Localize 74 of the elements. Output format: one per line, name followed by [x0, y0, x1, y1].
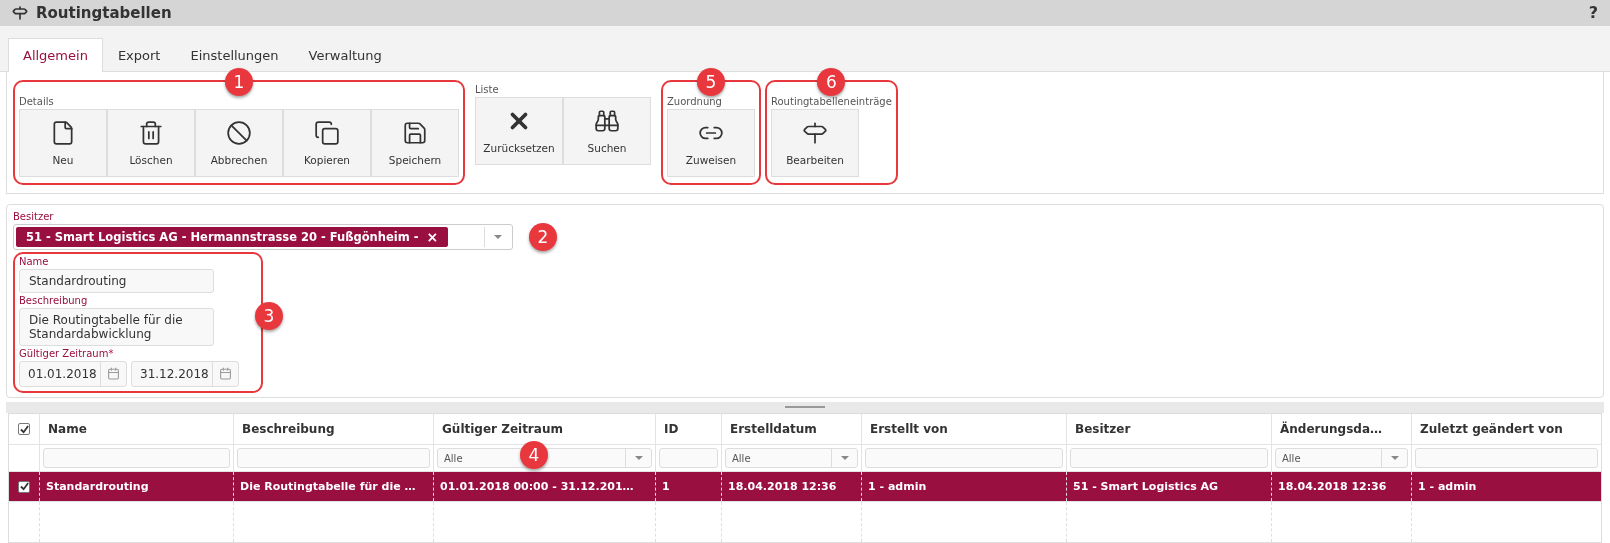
- caret-icon: [1390, 456, 1399, 460]
- tab[interactable]: Allgemein: [8, 38, 103, 72]
- help-button[interactable]: ?: [1588, 3, 1598, 23]
- column-header[interactable]: Änderungsda…: [1271, 414, 1411, 444]
- table-cell: Standardrouting: [39, 472, 233, 501]
- caret-icon: [493, 235, 502, 239]
- toolbar-button[interactable]: Bearbeiten: [771, 109, 859, 177]
- binoculars-icon: [594, 108, 620, 134]
- filter-select[interactable]: Alle: [725, 448, 858, 468]
- date-field[interactable]: 31.12.2018: [131, 361, 239, 387]
- filter-field[interactable]: [865, 448, 1063, 468]
- toolbar-button[interactable]: Löschen: [107, 109, 195, 177]
- ban-icon: [226, 120, 252, 146]
- toolbar-button[interactable]: Kopieren: [283, 109, 371, 177]
- group-label: Details: [19, 95, 55, 107]
- filter-field[interactable]: [43, 448, 230, 468]
- toolbar-button[interactable]: Suchen: [563, 97, 651, 165]
- table-cell: 01.01.2018 00:00 - 31.12.201…: [433, 472, 655, 501]
- filter-field[interactable]: [1415, 448, 1598, 468]
- toolbar-button[interactable]: Abbrechen: [195, 109, 283, 177]
- filter-field[interactable]: [1070, 448, 1268, 468]
- trash-icon: [138, 120, 164, 146]
- caret-icon: [634, 456, 643, 460]
- signpost-icon: [12, 5, 28, 21]
- table-cell: 1 - admin: [861, 472, 1066, 501]
- description-field[interactable]: Die Routingtabelle für die Standardabwicklung: [19, 308, 214, 346]
- table-cell: Die Routingtabelle für die …: [233, 472, 433, 501]
- table-cell: 18.04.2018 12:36: [721, 472, 861, 501]
- table-cell: 1: [655, 472, 721, 501]
- owner-tag: 51 - Smart Logistics AG - Hermannstrasse 20 - Fußgönheim - ×: [16, 227, 449, 247]
- column-header[interactable]: Erstelldatum: [721, 414, 861, 444]
- copy-icon: [314, 120, 340, 146]
- column-header[interactable]: Zuletzt geändert von: [1411, 414, 1601, 444]
- group-label: Zuordnung: [667, 95, 723, 107]
- checkbox[interactable]: [18, 423, 30, 435]
- table-cell: 18.04.2018 12:36: [1271, 472, 1411, 501]
- field-label: Name: [19, 256, 50, 267]
- field-label: Besitzer: [13, 211, 55, 222]
- owner-select[interactable]: 51 - Smart Logistics AG - Hermannstrasse 20 - Fußgönheim - ×: [13, 224, 513, 250]
- toolbar-button[interactable]: Zurücksetzen: [475, 97, 563, 165]
- signpost-icon: [802, 120, 828, 146]
- tab[interactable]: Export: [102, 38, 176, 72]
- annotation-badge: 3: [255, 302, 283, 330]
- filter-field[interactable]: [237, 448, 430, 468]
- calendar-icon: [219, 367, 232, 381]
- column-header[interactable]: Besitzer: [1066, 414, 1271, 444]
- filter-field[interactable]: [659, 448, 718, 468]
- table-cell: 51 - Smart Logistics AG: [1066, 472, 1271, 501]
- toolbar-button[interactable]: Zuweisen: [667, 109, 755, 177]
- calendar-icon: [107, 367, 120, 381]
- toolbar-button[interactable]: Neu: [19, 109, 107, 177]
- field-label: Gültiger Zeitraum*: [19, 348, 115, 359]
- column-header[interactable]: ID: [655, 414, 721, 444]
- date-field[interactable]: 01.01.2018: [19, 361, 127, 387]
- file-icon: [50, 120, 76, 146]
- table-cell: 1 - admin: [1411, 472, 1601, 501]
- window-title: Routingtabellen: [36, 4, 173, 22]
- column-header[interactable]: Erstellt von: [861, 414, 1066, 444]
- splitter-handle[interactable]: [785, 406, 825, 409]
- save-icon: [402, 120, 428, 146]
- filter-select[interactable]: Alle: [1275, 448, 1408, 468]
- name-field[interactable]: Standardrouting: [19, 269, 214, 293]
- annotation-badge: 2: [529, 223, 557, 251]
- field-label: Beschreibung: [19, 295, 89, 306]
- tab[interactable]: Verwaltung: [293, 38, 397, 72]
- caret-icon: [840, 456, 849, 460]
- remove-button[interactable]: ×: [426, 229, 439, 245]
- group-label: Liste: [475, 84, 500, 95]
- table-row[interactable]: Standardrouting Die Routingtabelle für die … 01.01.2018 00:00 - 31.12.201… 1 18.04.2018 12:36 1 - admin 51 - Smart Logistics AG 18.04.2018 12:36 1 - admin: [9, 472, 1601, 502]
- checkbox[interactable]: [18, 480, 30, 493]
- column-header[interactable]: Name: [39, 414, 233, 444]
- toolbar-button[interactable]: Speichern: [371, 109, 459, 177]
- group-label: Routingtabelleneinträge: [771, 95, 892, 107]
- column-header[interactable]: Beschreibung: [233, 414, 433, 444]
